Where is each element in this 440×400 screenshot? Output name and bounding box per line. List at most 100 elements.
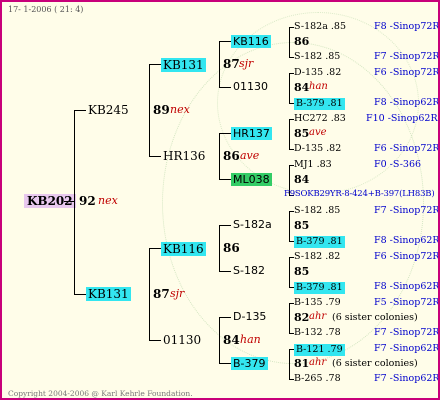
connector <box>219 133 231 134</box>
gen4-bottom-entry: S-182 .85 <box>294 51 341 62</box>
gen4-bottom-ref: F8 -Sinop62R <box>374 97 440 108</box>
gen4-top-entry: B-135 .79 <box>294 297 341 308</box>
connector <box>289 211 290 241</box>
gen4-mid-num: 85 <box>294 265 310 278</box>
gen4-top-entry: B-121 .79 <box>294 344 345 356</box>
connector <box>149 64 150 156</box>
gen4-bottom-ref: F7 -Sinop62R <box>374 373 440 384</box>
gen4-bottom-ref: F7 -Sinop72R <box>374 327 440 338</box>
connector <box>219 41 231 42</box>
connector <box>219 317 220 363</box>
connector <box>219 41 220 87</box>
gen4-top-entry: S-182 .85 <box>294 205 341 216</box>
gen4-top-ref: F6 -Sinop72R <box>374 67 440 78</box>
connector <box>289 303 290 333</box>
connector <box>219 87 231 88</box>
gen4-bottom-ref: F7 -Sinop72R <box>374 51 440 62</box>
gen1-bottom-id: KB131 <box>86 287 131 301</box>
gen4-top-entry: HC272 .83 <box>294 113 346 124</box>
gen4-bottom-entry: B-379 .81 <box>294 282 345 294</box>
gen3-id: D-135 <box>233 310 267 323</box>
gen4-mid-num: 82 <box>294 311 310 324</box>
root-name: nex <box>98 194 118 207</box>
gen3-id: S-182 <box>233 264 265 277</box>
gen4-top-ref: F8 -Sinop72R <box>374 21 440 32</box>
gen4-top-ref: F7 -Sinop72R <box>374 205 440 216</box>
gen4-bottom-entry: B-265 .78 <box>294 373 341 384</box>
connector <box>74 294 86 295</box>
connector <box>149 248 161 249</box>
gen4-top-entry: MJ1 .83 <box>294 159 332 170</box>
connector <box>219 225 231 226</box>
connector <box>219 363 231 364</box>
gen3-id: B-379 <box>231 357 268 370</box>
gen4-top-ref: F6 -Sinop72R <box>374 251 440 262</box>
gen4-mid-note: (6 sister colonies) <box>332 358 418 369</box>
gen3-id: S-182a <box>233 218 272 231</box>
gen2-id: KB131 <box>161 58 206 72</box>
gen4-top-ref: F5 -Sinop72R <box>374 297 440 308</box>
gen4-mid-num: 84 <box>294 173 310 186</box>
gen4-bottom-entry: B-379 .81 <box>294 98 345 110</box>
gen2-name: han <box>240 333 261 346</box>
gen1-top-id: KB245 <box>88 103 129 117</box>
gen4-bottom-ref: F6 -Sinop72R <box>374 143 440 154</box>
gen4-top-ref: F7 -Sinop62R <box>374 343 440 354</box>
connector <box>289 349 290 379</box>
gen4-bottom-ref: F8 -Sinop62R <box>374 281 440 292</box>
gen1-bottom-name: sjr <box>170 287 185 300</box>
connector <box>219 179 231 180</box>
gen4-mid-name: ahr <box>309 357 327 368</box>
gen4-top-ref: F0 -S-366 <box>374 159 422 170</box>
connector <box>289 27 290 57</box>
date-stamp: 17- 1-2006 ( 21: 4) <box>8 5 84 14</box>
gen4-mid-note: (6 sister colonies) <box>332 312 418 323</box>
gen1-bottom-num: 87 <box>153 287 170 301</box>
gen3-id: HR137 <box>231 127 272 140</box>
gen4-mid-num: 81 <box>294 357 310 370</box>
gen2-num: 84 <box>223 333 240 347</box>
gen2-name: sjr <box>239 57 254 70</box>
gen4-mid-name: ahr <box>309 311 327 322</box>
copyright: Copyright 2004-2006 @ Karl Kehrle Founda… <box>8 389 193 398</box>
gen1-top-num: 89 <box>153 103 170 117</box>
gen4-mid-name: han <box>309 81 328 92</box>
connector <box>64 201 74 202</box>
gen2-id: KB116 <box>161 242 206 256</box>
gen2-num: 86 <box>223 149 240 163</box>
connector <box>149 64 161 65</box>
gen4-top-entry: S-182a .85 <box>294 21 346 32</box>
gen4-top-entry: S-182 .82 <box>294 251 341 262</box>
gen2-num: 87 <box>223 57 240 71</box>
gen3-id: KB116 <box>231 35 271 48</box>
gen4-top-ref: F10 -Sinop62R <box>366 113 438 124</box>
connector <box>149 340 161 341</box>
gen4-bottom-entry: B-379 .81 <box>294 236 345 248</box>
gen4-bottom-entry: B-132 .78 <box>294 327 341 338</box>
gen4-mid-num: 86 <box>294 35 310 48</box>
gen2-name: ave <box>240 149 260 162</box>
connector <box>289 257 290 287</box>
gen4-bottom-entry: F9SOKB29YR-8-424+B-397(LH83B) <box>284 189 435 199</box>
gen4-bottom-ref: F8 -Sinop62R <box>374 235 440 246</box>
gen4-mid-name: ave <box>309 127 327 138</box>
gen3-id: ML038 <box>231 173 272 186</box>
connector <box>74 110 86 111</box>
gen3-id: 01130 <box>233 80 268 93</box>
gen2-id: HR136 <box>163 149 206 163</box>
connector <box>289 119 290 149</box>
connector <box>219 225 220 271</box>
gen4-mid-num: 84 <box>294 81 310 94</box>
connector <box>74 110 75 294</box>
root-num: 92 <box>79 194 96 208</box>
connector <box>219 271 231 272</box>
gen4-bottom-entry: D-135 .82 <box>294 143 342 154</box>
gen1-top-name: nex <box>170 103 190 116</box>
connector <box>149 156 161 157</box>
gen2-num: 86 <box>223 241 240 255</box>
gen4-top-entry: D-135 .82 <box>294 67 342 78</box>
connector <box>219 133 220 179</box>
connector <box>149 248 150 340</box>
connector <box>219 317 231 318</box>
connector <box>289 73 290 103</box>
